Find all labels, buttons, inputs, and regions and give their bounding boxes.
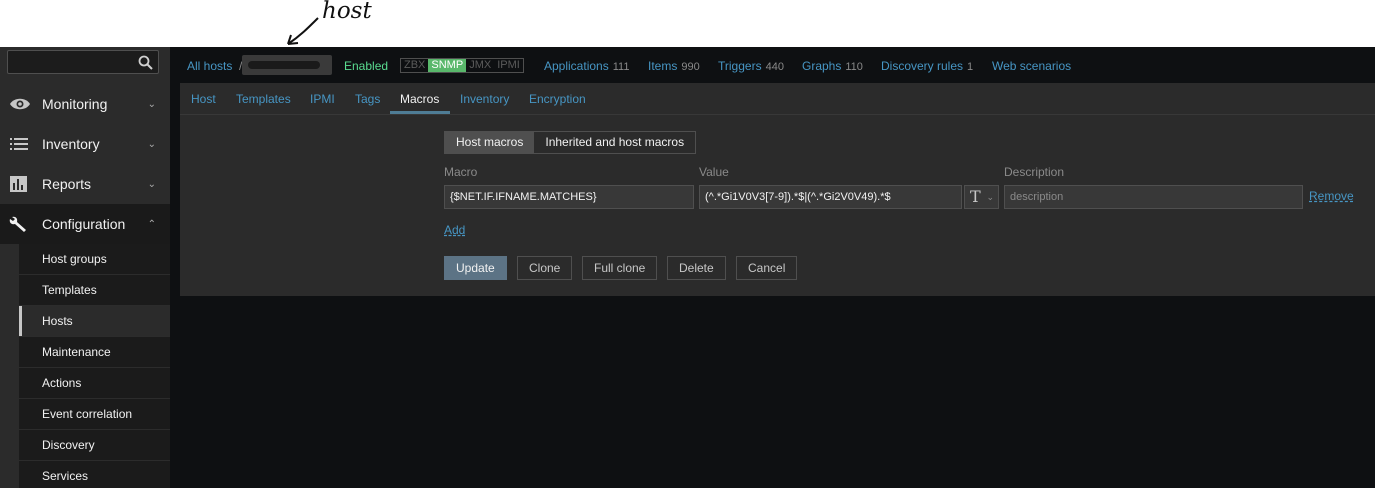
search-icon[interactable] (138, 55, 153, 70)
host-macros-radio[interactable]: Host macros (445, 132, 535, 153)
submenu-hosts[interactable]: Hosts (19, 306, 170, 337)
status-enabled[interactable]: Enabled (344, 59, 388, 73)
tab-ipmi[interactable]: IPMI (310, 92, 335, 106)
badge-snmp: SNMP (428, 59, 467, 72)
chevron-down-icon: ⌄ (147, 178, 156, 190)
submenu-host-groups[interactable]: Host groups (19, 244, 170, 275)
annotation-arrow-icon (287, 17, 319, 45)
badge-jmx: JMX (469, 59, 492, 71)
column-header-value: Value (699, 165, 729, 179)
submenu-templates[interactable]: Templates (19, 275, 170, 306)
link-label: Web scenarios (992, 59, 1072, 73)
badge-ipmi: IPMI (497, 59, 520, 71)
link-label: Applications (544, 59, 609, 73)
badge-zbx: ZBX (404, 59, 426, 71)
submenu-maintenance[interactable]: Maintenance (19, 337, 170, 368)
host-tabs: Host Templates IPMI Tags Macros Inventor… (180, 83, 1375, 115)
cancel-button[interactable]: Cancel (736, 256, 798, 280)
sidebar: Monitoring ⌄ Inventory ⌄ Reports ⌄ Confi… (0, 47, 170, 488)
link-label: Triggers (718, 59, 762, 73)
tab-macros[interactable]: Macros (400, 92, 439, 106)
annotation-area: host (0, 0, 1375, 47)
chevron-up-icon: ⌃ (147, 218, 156, 230)
inherited-macros-radio[interactable]: Inherited and host macros (534, 132, 696, 153)
macro-value-field[interactable]: (^.*Gi1V0V3[7-9]).*$|(^.*Gi2V0V49).*$ (699, 185, 962, 209)
items-link[interactable]: Items 990 (648, 59, 700, 73)
submenu-services[interactable]: Services (19, 461, 170, 488)
link-label: Discovery rules (881, 59, 964, 73)
discovery-rules-link[interactable]: Discovery rules 1 (881, 59, 973, 73)
value-type-dropdown[interactable]: T ⌄ (964, 185, 999, 209)
tab-host[interactable]: Host (191, 92, 216, 106)
tab-inventory[interactable]: Inventory (460, 92, 509, 106)
macros-form: Host macros Inherited and host macros Ma… (180, 115, 1375, 296)
column-header-macro: Macro (444, 165, 478, 179)
update-button[interactable]: Update (444, 256, 507, 280)
menu-label: Monitoring (42, 96, 108, 112)
applications-link[interactable]: Applications 111 (544, 59, 629, 73)
tab-tags[interactable]: Tags (355, 92, 380, 106)
macro-name-field[interactable]: {$NET.IF.IFNAME.MATCHES} (444, 185, 694, 209)
active-tab-indicator (390, 111, 450, 114)
menu-label: Configuration (42, 216, 126, 232)
triggers-link[interactable]: Triggers 440 (718, 59, 784, 73)
macros-view-toggle: Host macros Inherited and host macros (444, 131, 697, 154)
menu-inventory[interactable]: Inventory ⌄ (0, 124, 170, 164)
host-navigation: All hosts / Enabled ZBX SNMP JMX IPMI Ap… (170, 47, 1375, 83)
link-label: Graphs (802, 59, 842, 73)
menu-label: Inventory (42, 136, 100, 152)
menu-configuration[interactable]: Configuration ⌃ (0, 204, 170, 244)
link-label: Items (648, 59, 678, 73)
link-count: 440 (765, 61, 784, 73)
link-count: 1 (967, 61, 974, 73)
add-macro-link[interactable]: Add (444, 223, 465, 237)
all-hosts-link[interactable]: All hosts (187, 59, 232, 73)
delete-button[interactable]: Delete (667, 256, 726, 280)
tab-encryption[interactable]: Encryption (529, 92, 586, 106)
host-name-redacted[interactable] (242, 55, 332, 75)
chevron-down-icon: ⌄ (986, 192, 994, 202)
availability-badges: ZBX SNMP JMX IPMI (400, 58, 524, 73)
bar-chart-icon (10, 176, 27, 192)
graphs-link[interactable]: Graphs 110 (802, 59, 863, 73)
column-header-description: Description (1004, 165, 1065, 179)
macro-description-field[interactable]: description (1004, 185, 1303, 209)
configuration-submenu: Host groups Templates Hosts Maintenance … (19, 244, 170, 488)
clone-button[interactable]: Clone (517, 256, 573, 280)
link-count: 111 (612, 61, 630, 73)
search-input[interactable] (7, 50, 159, 74)
submenu-actions[interactable]: Actions (19, 368, 170, 399)
chevron-down-icon: ⌄ (147, 138, 156, 150)
remove-macro-link[interactable]: Remove (1309, 189, 1354, 203)
menu-reports[interactable]: Reports ⌄ (0, 164, 170, 204)
menu-monitoring[interactable]: Monitoring ⌄ (0, 84, 170, 124)
tab-templates[interactable]: Templates (236, 92, 291, 106)
link-count: 110 (845, 61, 863, 73)
menu-label: Reports (42, 176, 92, 192)
full-clone-button[interactable]: Full clone (582, 256, 658, 280)
web-scenarios-link[interactable]: Web scenarios (992, 59, 1071, 73)
list-icon (10, 138, 28, 150)
submenu-event-correlation[interactable]: Event correlation (19, 399, 170, 430)
annotation-text: host (322, 0, 372, 24)
submenu-discovery[interactable]: Discovery (19, 430, 170, 461)
text-type-icon: T (970, 187, 981, 206)
chevron-down-icon: ⌄ (147, 98, 156, 110)
eye-icon (10, 98, 30, 110)
link-count: 990 (681, 61, 700, 73)
wrench-icon (9, 216, 26, 232)
